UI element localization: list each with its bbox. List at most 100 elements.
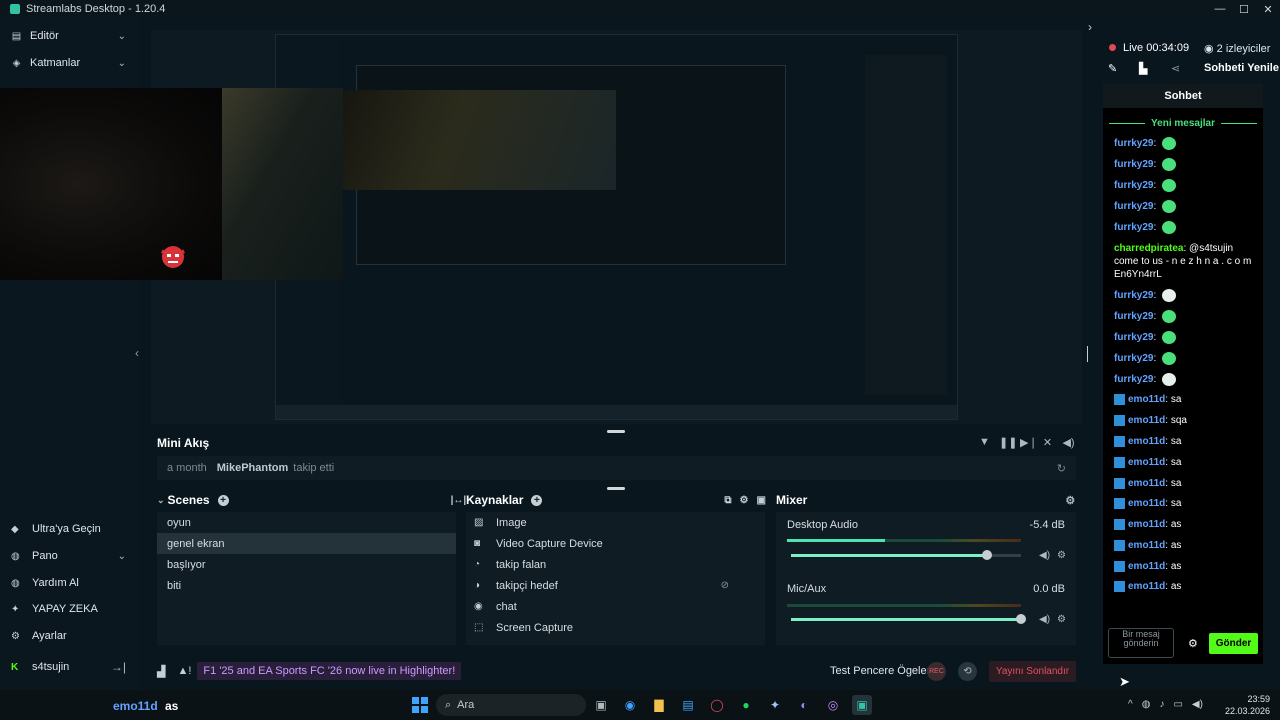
scene-item[interactable]: oyun	[157, 512, 456, 533]
chat-username[interactable]: furrky29	[1114, 201, 1153, 212]
pause-icon[interactable]: ❚❚	[999, 436, 1017, 449]
chat-username[interactable]: emo11d	[1128, 519, 1165, 530]
file-explorer-icon[interactable]: ▇	[649, 695, 669, 715]
chat-username[interactable]: emo11d	[1128, 478, 1165, 489]
notification-icon[interactable]: ▲!	[177, 665, 191, 677]
chat-username[interactable]: furrky29	[1114, 159, 1153, 170]
collapse-left-icon[interactable]: ‹	[135, 346, 139, 360]
chat-username[interactable]: furrky29	[1114, 332, 1153, 343]
test-widgets-button[interactable]: Test Pencere Ögeleri	[830, 665, 933, 677]
nav-account[interactable]: Ks4tsujin →|	[0, 655, 140, 679]
filter-icon[interactable]: ▼	[978, 436, 991, 449]
chat-username[interactable]: emo11d	[1128, 457, 1165, 468]
chat-settings-icon[interactable]: ⚙	[1188, 637, 1198, 650]
scene-item[interactable]: genel ekran	[157, 533, 456, 554]
share-icon[interactable]: ⋖	[1171, 62, 1180, 75]
speaker-icon[interactable]: ◀)	[1039, 614, 1050, 625]
panel-resize-grip[interactable]	[607, 487, 625, 490]
chat-username[interactable]: furrky29	[1114, 222, 1153, 233]
hidden-eye-icon[interactable]: ⊘	[721, 580, 729, 591]
volume-slider[interactable]	[791, 614, 1026, 624]
popout-icon[interactable]: ▙	[1139, 62, 1147, 75]
refresh-chat-button[interactable]: Sohbeti Yenile	[1204, 62, 1279, 74]
chat-username[interactable]: furrky29	[1114, 138, 1153, 149]
spotify-icon[interactable]: ●	[736, 695, 756, 715]
edit-icon[interactable]: ✎	[1108, 62, 1117, 75]
chat-username[interactable]: furrky29	[1114, 290, 1153, 301]
chat-username[interactable]: furrky29	[1114, 311, 1153, 322]
folder-icon[interactable]: ▣	[756, 495, 765, 506]
source-item[interactable]: ⬚ Screen Capture	[466, 617, 765, 638]
windows-start-icon[interactable]	[412, 697, 428, 713]
source-item[interactable]: ◔ takip falan	[466, 554, 765, 575]
skip-icon[interactable]: ▶❘	[1020, 436, 1038, 449]
app-icon[interactable]: ✦	[765, 695, 785, 715]
network-icon[interactable]: ▭	[1173, 699, 1182, 710]
chat-username[interactable]: emo11d	[1128, 436, 1165, 447]
speaker-icon[interactable]: ◀)	[1039, 550, 1050, 561]
scene-item[interactable]: biti	[157, 575, 456, 596]
microphone-icon[interactable]: ♪	[1159, 699, 1164, 710]
chat-username[interactable]: emo11d	[1128, 498, 1165, 509]
chat-input[interactable]: Bir mesaj gönderin	[1108, 628, 1174, 658]
task-view-icon[interactable]: ▣	[591, 695, 611, 715]
chat-username[interactable]: emo11d	[1128, 394, 1165, 405]
minimize-icon[interactable]: —	[1208, 0, 1232, 18]
chat-username[interactable]: emo11d	[1128, 415, 1165, 426]
chevron-down-icon[interactable]: ⌄	[157, 495, 165, 506]
chat-username[interactable]: furrky29	[1114, 353, 1153, 364]
volume-slider[interactable]	[791, 550, 1021, 560]
highlighter-banner[interactable]: F1 '25 and EA Sports FC '26 now live in …	[197, 662, 462, 680]
chat-username[interactable]: emo11d	[1128, 581, 1165, 592]
nav-ultra[interactable]: ◆ Ultra'ya Geçin	[0, 517, 140, 541]
source-item[interactable]: ▨ Image	[466, 512, 765, 533]
maximize-icon[interactable]: ☐	[1232, 0, 1256, 18]
source-properties-icon[interactable]: ⚙	[740, 495, 749, 506]
send-button[interactable]: Gönder	[1209, 633, 1258, 654]
scene-item[interactable]: başlıyor	[157, 554, 456, 575]
volume-knob[interactable]	[981, 550, 992, 560]
app-tray-icon[interactable]: ◍	[1142, 699, 1151, 710]
source-item[interactable]: ◑ takipçi hedef ⊘	[466, 575, 765, 596]
volume-knob[interactable]	[1016, 614, 1026, 624]
replay-alert-icon[interactable]: ↻	[1057, 462, 1066, 475]
channel-settings-icon[interactable]: ⚙	[1057, 614, 1066, 625]
taskbar-clock[interactable]: 23:59 22.03.2026	[1225, 693, 1270, 717]
source-item[interactable]: ◉ chat	[466, 596, 765, 617]
nav-editor[interactable]: ▤ Editör ⌄	[0, 23, 140, 49]
source-item[interactable]: ◙ Video Capture Device	[466, 533, 765, 554]
store-icon[interactable]: ▤	[678, 695, 698, 715]
mixer-settings-icon[interactable]: ⚙	[1065, 494, 1075, 507]
add-scene-icon[interactable]: +	[217, 494, 229, 506]
nav-layers[interactable]: ◈ Katmanlar ⌄	[0, 50, 140, 76]
add-source-icon[interactable]: +	[531, 494, 543, 506]
volume-icon[interactable]: ◀)	[1062, 436, 1075, 449]
record-button[interactable]: REC	[927, 662, 946, 681]
chevron-up-icon[interactable]: ^	[1128, 699, 1133, 710]
mute-alerts-icon[interactable]: ✕	[1041, 436, 1054, 449]
streamlabs-taskbar-icon[interactable]: ▣	[852, 695, 872, 715]
opera-icon[interactable]: ◯	[707, 695, 727, 715]
stats-icon[interactable]: ▟	[157, 665, 165, 678]
add-group-icon[interactable]: ⧉	[724, 495, 731, 506]
nav-ai[interactable]: ✦ YAPAY ZEKA	[0, 597, 140, 621]
close-icon[interactable]: ✕	[1256, 0, 1280, 18]
end-stream-button[interactable]: Yayını Sonlandır	[989, 661, 1076, 682]
chat-username[interactable]: emo11d	[1128, 561, 1165, 572]
discord-icon[interactable]: ◐	[794, 695, 814, 715]
chat-username[interactable]: furrky29	[1114, 374, 1153, 385]
chat-username[interactable]: charredpiratea	[1114, 243, 1183, 254]
channel-settings-icon[interactable]: ⚙	[1057, 550, 1066, 561]
nav-dashboard[interactable]: ◍ Pano ⌄	[0, 544, 140, 568]
chevron-right-icon[interactable]: ›	[1088, 20, 1092, 34]
chat-username[interactable]: furrky29	[1114, 180, 1153, 191]
volume-icon[interactable]: ◀)	[1192, 699, 1203, 710]
app-icon[interactable]: ◎	[823, 695, 843, 715]
nav-help[interactable]: ◍ Yardım Al	[0, 571, 140, 595]
replay-buffer-icon[interactable]: ⟲	[958, 662, 977, 681]
chat-username[interactable]: emo11d	[1128, 540, 1165, 551]
edge-icon[interactable]: ◉	[620, 695, 640, 715]
scene-transition-icon[interactable]: |↔|	[451, 495, 467, 506]
logout-icon[interactable]: →|	[111, 660, 126, 674]
nav-settings[interactable]: ⚙ Ayarlar	[0, 624, 140, 648]
